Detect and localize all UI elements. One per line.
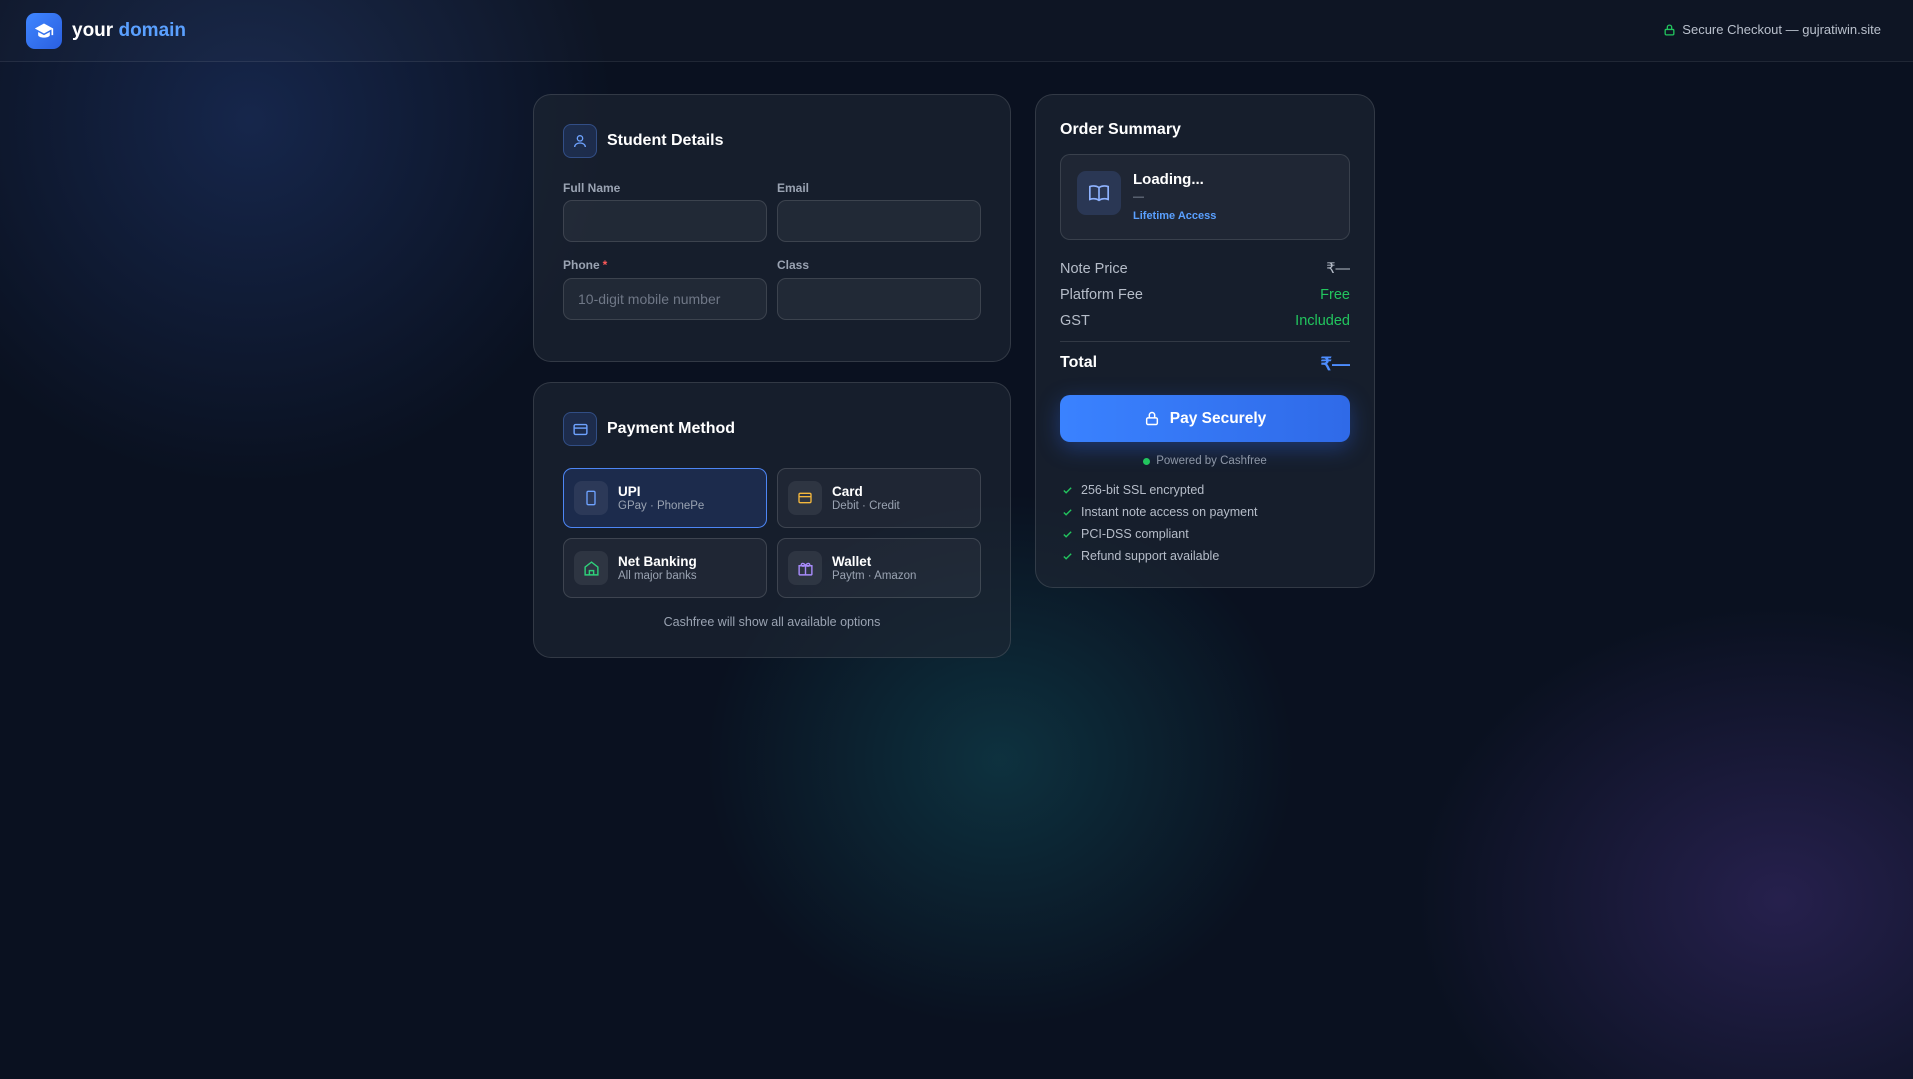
required-mark: * <box>602 258 608 272</box>
payment-option-title: Wallet <box>832 554 872 569</box>
feature-text: PCI-DSS compliant <box>1081 527 1189 541</box>
payment-option-card[interactable]: Card Debit · Credit <box>777 468 981 528</box>
status-dot <box>1143 457 1151 465</box>
platform-fee-value: Free <box>1320 287 1350 303</box>
gst-row: GST Included <box>1060 313 1350 329</box>
feature-item: 256-bit SSL encrypted <box>1062 483 1204 497</box>
total-value: ₹— <box>1320 354 1350 374</box>
brand-name: your domain <box>72 20 186 42</box>
feature-item: PCI-DSS compliant <box>1062 527 1189 541</box>
summary-divider <box>1060 341 1350 342</box>
product-access: Lifetime Access <box>1133 210 1217 222</box>
gst-label: GST <box>1060 313 1090 329</box>
payment-option-subtitle: Paytm · Amazon <box>832 570 917 582</box>
email-input[interactable] <box>777 200 981 242</box>
cashfree-note: Cashfree will show all available options <box>663 615 881 629</box>
product-item: Loading... — Lifetime Access <box>1060 154 1350 240</box>
book-icon <box>1077 171 1121 215</box>
feature-text: 256-bit SSL encrypted <box>1081 483 1205 497</box>
powered-by: Powered by Cashfree <box>1060 455 1350 467</box>
platform-fee-row: Platform Fee Free <box>1060 287 1350 303</box>
platform-fee-label: Platform Fee <box>1060 287 1143 303</box>
payment-option-subtitle: GPay · PhonePe <box>618 500 705 512</box>
secure-checkout-text: Secure Checkout — gujratiwin.site <box>1682 22 1881 37</box>
check-icon <box>1063 530 1072 538</box>
email-label: Email <box>777 181 810 195</box>
lock-icon <box>1664 23 1675 36</box>
graduation-cap-icon <box>26 13 62 49</box>
secure-checkout-indicator: Secure Checkout — gujratiwin.site <box>1663 22 1881 37</box>
phone-icon <box>574 481 608 515</box>
phone-label: Phone * <box>563 258 607 272</box>
payment-option-title: Card <box>832 484 863 499</box>
payment-option-wallet[interactable]: Wallet Paytm · Amazon <box>777 538 981 598</box>
class-label: Class <box>777 258 810 272</box>
payment-option-subtitle: Debit · Credit <box>832 500 900 512</box>
total-row: Total ₹— <box>1060 354 1350 375</box>
phone-input[interactable] <box>563 278 767 320</box>
feature-text: Refund support available <box>1081 549 1220 563</box>
product-subtitle: — <box>1133 191 1144 203</box>
order-summary-title: Order Summary <box>1060 121 1181 138</box>
payment-option-net-banking[interactable]: Net Banking All major banks <box>563 538 767 598</box>
check-icon <box>1063 486 1072 494</box>
brand-name-prefix: your <box>72 20 114 41</box>
note-price-label: Note Price <box>1060 261 1128 277</box>
top-bar: your domain Secure Checkout — gujratiwin… <box>0 0 1913 62</box>
payment-method-card: Payment Method UPI GPay · PhonePe Card D… <box>533 382 1011 658</box>
student-details-card: Student Details Full Name Email Phone* C… <box>533 94 1011 362</box>
note-price-value: ₹— <box>1326 261 1350 277</box>
credit-card-icon <box>563 412 597 446</box>
feature-item: Refund support available <box>1062 549 1219 563</box>
pay-securely-label: Pay Securely <box>1169 409 1267 427</box>
order-summary-card: Order Summary Loading... — Lifetime Acce… <box>1035 94 1375 588</box>
payment-method-header: Payment Method <box>563 412 735 446</box>
note-price-row: Note Price ₹— <box>1060 261 1350 277</box>
bank-icon <box>574 551 608 585</box>
payment-method-title: Payment Method <box>607 420 736 437</box>
check-icon <box>1063 552 1072 560</box>
class-input[interactable] <box>777 278 981 320</box>
brand[interactable]: your domain <box>26 13 186 49</box>
powered-by-text: Powered by Cashfree <box>1156 455 1267 467</box>
check-icon <box>1063 508 1072 516</box>
feature-text: Instant note access on payment <box>1081 505 1258 519</box>
payment-option-title: Net Banking <box>618 554 697 569</box>
wallet-icon <box>788 551 822 585</box>
product-name: Loading... <box>1133 171 1204 188</box>
payment-option-upi[interactable]: UPI GPay · PhonePe <box>563 468 767 528</box>
card-icon <box>788 481 822 515</box>
payment-option-title: UPI <box>618 484 641 499</box>
pay-securely-button[interactable]: Pay Securely <box>1060 395 1350 442</box>
total-label: Total <box>1060 354 1098 371</box>
phone-label-text: Phone <box>563 258 600 272</box>
payment-option-subtitle: All major banks <box>618 570 697 582</box>
student-details-header: Student Details <box>563 124 723 158</box>
lock-icon <box>1145 411 1158 426</box>
student-details-title: Student Details <box>607 132 724 149</box>
feature-item: Instant note access on payment <box>1062 505 1258 519</box>
user-icon <box>563 124 597 158</box>
brand-name-accent: domain <box>118 20 187 41</box>
gst-value: Included <box>1295 313 1350 329</box>
full-name-label: Full Name <box>563 181 621 195</box>
full-name-input[interactable] <box>563 200 767 242</box>
